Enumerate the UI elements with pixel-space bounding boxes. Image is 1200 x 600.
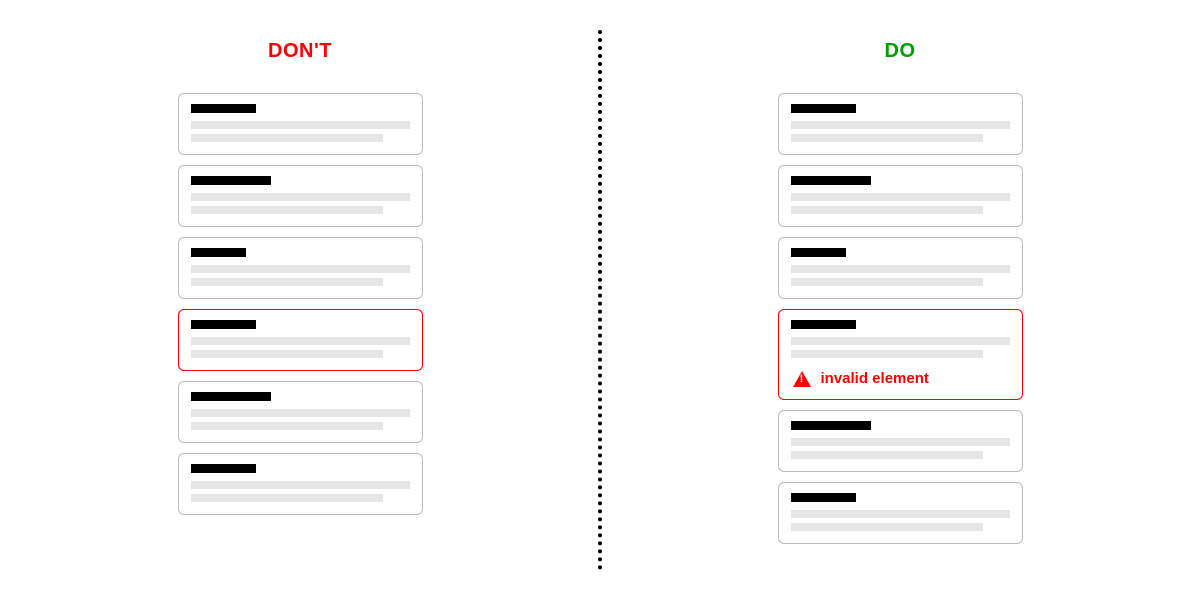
error-message-text: invalid element <box>821 370 929 387</box>
placeholder-line <box>191 409 410 417</box>
warning-icon <box>793 371 811 387</box>
dont-card-list <box>178 93 423 515</box>
list-item <box>778 93 1023 155</box>
list-item-error: invalid element <box>778 309 1023 400</box>
placeholder-line <box>791 278 984 286</box>
placeholder-line <box>791 265 1010 273</box>
error-message-row: invalid element <box>791 370 1010 387</box>
placeholder-line <box>191 265 410 273</box>
placeholder-title <box>191 320 256 329</box>
list-item <box>778 410 1023 472</box>
list-item <box>778 165 1023 227</box>
dont-heading: DON'T <box>268 40 332 63</box>
vertical-divider <box>598 30 602 570</box>
placeholder-line <box>791 193 1010 201</box>
placeholder-line <box>191 121 410 129</box>
placeholder-line <box>191 134 384 142</box>
placeholder-title <box>791 493 856 502</box>
placeholder-line <box>191 494 384 502</box>
placeholder-line <box>791 206 984 214</box>
placeholder-line <box>191 481 410 489</box>
placeholder-line <box>791 134 984 142</box>
placeholder-title <box>791 176 871 185</box>
dont-panel: DON'T <box>0 0 600 600</box>
list-item <box>178 165 423 227</box>
placeholder-title <box>191 104 256 113</box>
placeholder-line <box>191 422 384 430</box>
list-item <box>178 237 423 299</box>
list-item <box>178 453 423 515</box>
placeholder-line <box>191 193 410 201</box>
list-item <box>778 237 1023 299</box>
placeholder-title <box>191 392 271 401</box>
list-item <box>778 482 1023 544</box>
do-heading: DO <box>885 40 916 63</box>
placeholder-line <box>791 451 984 459</box>
do-panel: DO inval <box>600 0 1200 600</box>
placeholder-line <box>791 510 1010 518</box>
placeholder-title <box>791 421 871 430</box>
placeholder-line <box>191 206 384 214</box>
placeholder-title <box>791 320 856 329</box>
placeholder-title <box>191 176 271 185</box>
placeholder-line <box>191 337 410 345</box>
list-item <box>178 93 423 155</box>
placeholder-title <box>191 464 256 473</box>
placeholder-line <box>191 350 384 358</box>
placeholder-line <box>791 337 1010 345</box>
placeholder-line <box>791 438 1010 446</box>
placeholder-line <box>191 278 384 286</box>
placeholder-line <box>791 523 984 531</box>
placeholder-line <box>791 350 984 358</box>
list-item-error <box>178 309 423 371</box>
placeholder-line <box>791 121 1010 129</box>
placeholder-title <box>791 248 846 257</box>
do-card-list: invalid element <box>778 93 1023 544</box>
list-item <box>178 381 423 443</box>
placeholder-title <box>791 104 856 113</box>
placeholder-title <box>191 248 246 257</box>
